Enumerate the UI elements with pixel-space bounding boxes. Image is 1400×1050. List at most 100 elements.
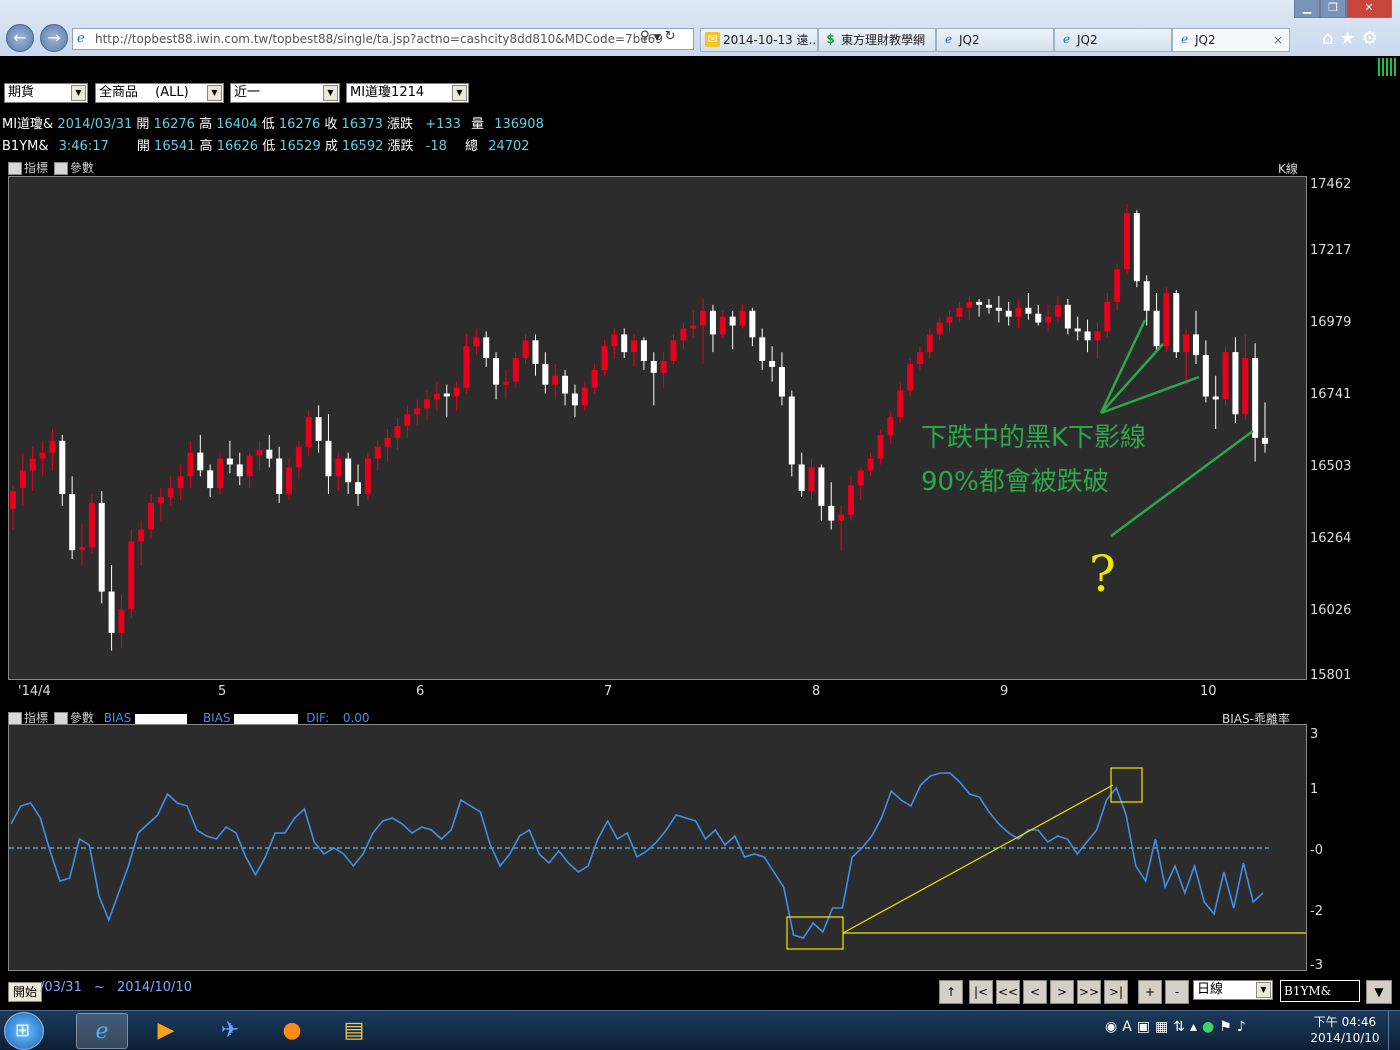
taskbar-ie[interactable]: ℯ [76, 1013, 128, 1049]
annotation-line-2: 90%都會被跌破 [921, 467, 1109, 497]
candle-body [542, 363, 549, 385]
candle-body [887, 417, 894, 435]
back-button[interactable]: ← [6, 24, 34, 52]
forward-button[interactable]: → [40, 24, 68, 52]
scroll-top-button[interactable]: ↑ [939, 980, 963, 1004]
main-panel-title: K線 [1278, 162, 1298, 176]
candle-body [739, 310, 746, 326]
taskbar-explorer[interactable]: ▤ [328, 1013, 380, 1049]
candle-body [640, 340, 647, 361]
indicator-button[interactable] [8, 162, 22, 175]
candle-body [828, 505, 835, 521]
bias-series-line [10, 772, 1264, 939]
y-axis-label: 16026 [1310, 603, 1352, 618]
clock[interactable]: 下午 04:46 2014/10/10 [1305, 1014, 1385, 1046]
url-text: http://topbest88.iwin.com.tw/topbest88/s… [95, 32, 663, 46]
candlestick-chart[interactable]: 下跌中的黑K下影線 90%都會被跌破 ? [8, 176, 1307, 680]
close-window-button[interactable]: ✕ [1346, 0, 1392, 18]
tab-finance[interactable]: $ 東方理財教學網 [818, 28, 936, 52]
start-button[interactable]: 開始 [8, 982, 42, 1002]
zoom-in-button[interactable]: + [1138, 980, 1162, 1004]
candle-body [522, 340, 529, 359]
candle-body [956, 307, 963, 317]
tab-jq2-3[interactable]: ℯ JQ2 × [1172, 28, 1290, 52]
show-desktop-button[interactable] [1388, 1011, 1400, 1050]
candle-body [946, 316, 953, 323]
taskbar-app[interactable]: ✈ [204, 1013, 256, 1049]
candle-body [650, 360, 657, 373]
gear-icon[interactable]: ⚙ [1362, 28, 1384, 49]
media-player-icon: ▶ [157, 1018, 175, 1043]
volume-icon[interactable]: ♪ [1237, 1019, 1251, 1035]
candle-body [443, 393, 450, 397]
address-bar[interactable]: ℯ http://topbest88.iwin.com.tw/topbest88… [72, 28, 694, 50]
show-hidden-icon[interactable]: ▴ [1190, 1019, 1202, 1035]
bias-y-label: -0 [1310, 843, 1323, 858]
tab-jq2-2[interactable]: ℯ JQ2 [1054, 28, 1172, 52]
taskbar-media[interactable]: ▶ [140, 1013, 192, 1049]
tray-app-icon[interactable]: ◉ [1105, 1019, 1122, 1035]
browser-toolbar: ⌂★⚙ [1322, 28, 1384, 49]
network-icon[interactable]: ⇅ [1173, 1019, 1190, 1035]
symbol-input[interactable]: B1YM& [1280, 980, 1360, 1002]
first-button[interactable]: |< [969, 980, 993, 1004]
annotation-line-1: 下跌中的黑K下影線 [921, 423, 1147, 453]
candle-body [305, 417, 312, 447]
symbol-dropdown-button[interactable]: ▼ [1366, 980, 1392, 1004]
flag-icon[interactable]: ⚑ [1219, 1019, 1237, 1035]
tab-label: JQ2 [959, 33, 980, 47]
candle-body [1054, 304, 1061, 317]
period-select[interactable]: 日線 ▼ [1193, 980, 1273, 1000]
x-axis-label: 5 [218, 684, 227, 699]
candle-body [1084, 331, 1091, 341]
bias-swatch [234, 713, 299, 724]
y-axis-label: 16503 [1310, 459, 1352, 474]
candle-body [1094, 331, 1101, 341]
maximize-button[interactable]: ❐ [1320, 0, 1346, 18]
page-back-button[interactable]: << [996, 980, 1020, 1004]
candle-body [601, 346, 608, 370]
bias-chart[interactable] [8, 724, 1307, 971]
tab-label: 東方理財教學網 [841, 33, 926, 47]
product-select[interactable]: 全商品 (ALL) ▼ [95, 83, 224, 103]
market-select[interactable]: 期貨 ▼ [4, 83, 88, 103]
candle-body [857, 470, 864, 486]
step-forward-button[interactable]: > [1050, 980, 1074, 1004]
candle-body [897, 390, 904, 418]
symbol-select[interactable]: MI道瓊1214 ▼ [346, 83, 469, 103]
candle-body [847, 485, 854, 515]
chevron-down-icon[interactable]: ▼ [654, 33, 661, 43]
minimize-button[interactable]: ▁ [1294, 0, 1320, 18]
tab-close-button[interactable]: × [1273, 29, 1283, 51]
candle-body [1153, 310, 1160, 347]
candle-body [985, 304, 992, 308]
windows-start-button[interactable]: ⊞ [4, 1012, 44, 1050]
refresh-icon[interactable]: ↻ [665, 29, 676, 44]
ime-icon[interactable]: A [1122, 1019, 1137, 1035]
candle-body [788, 396, 795, 465]
candle-body [345, 458, 352, 483]
tray-app-icon[interactable]: ▣ [1137, 1019, 1155, 1035]
star-icon[interactable]: ★ [1339, 28, 1361, 49]
arrow-right-icon: → [47, 28, 61, 47]
zoom-out-button[interactable]: - [1165, 980, 1189, 1004]
tab-mail[interactable]: ✉ 2014-10-13 遠... [700, 28, 818, 52]
parameter-button[interactable] [53, 162, 68, 175]
page-forward-button[interactable]: >> [1077, 980, 1101, 1004]
step-back-button[interactable]: < [1023, 980, 1047, 1004]
contract-month-select[interactable]: 近一 ▼ [230, 83, 340, 103]
home-icon[interactable]: ⌂ [1322, 28, 1339, 49]
tray-app-icon[interactable]: ▦ [1155, 1019, 1173, 1035]
candle-body [483, 337, 490, 359]
candle-body [907, 363, 914, 391]
tab-jq2-1[interactable]: ℯ JQ2 [936, 28, 1054, 52]
last-button[interactable]: >| [1104, 980, 1128, 1004]
line-icon[interactable]: ● [1202, 1019, 1219, 1035]
candle-body [108, 591, 115, 633]
y-axis-label: 16741 [1310, 387, 1352, 402]
taskbar-app[interactable]: ● [266, 1013, 318, 1049]
candle-body [295, 446, 302, 468]
candle-body [838, 514, 845, 521]
search-icon[interactable]: ⚲ [640, 29, 650, 44]
ie-icon: ℯ [77, 31, 85, 46]
